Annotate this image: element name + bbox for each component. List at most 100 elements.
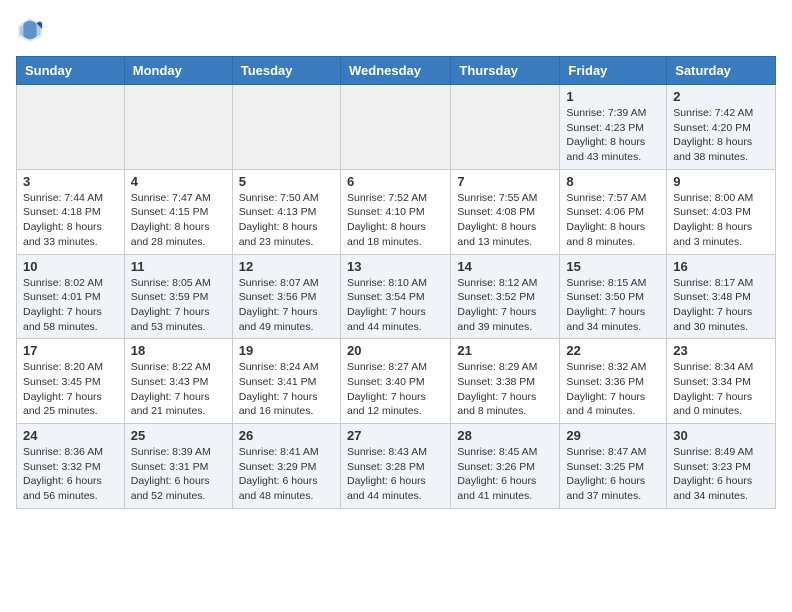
- calendar-day-cell: 9 Sunrise: 8:00 AM Sunset: 4:03 PM Daylig…: [667, 169, 776, 254]
- calendar-day-cell: 26 Sunrise: 8:41 AM Sunset: 3:29 PM Dayli…: [232, 424, 340, 509]
- day-info: Sunrise: 8:24 AM Sunset: 3:41 PM Dayligh…: [239, 360, 334, 419]
- calendar: SundayMondayTuesdayWednesdayThursdayFrid…: [16, 56, 776, 509]
- calendar-week-row: 10 Sunrise: 8:02 AM Sunset: 4:01 PM Dayli…: [17, 254, 776, 339]
- calendar-day-cell: 19 Sunrise: 8:24 AM Sunset: 3:41 PM Dayli…: [232, 339, 340, 424]
- day-info: Sunrise: 8:10 AM Sunset: 3:54 PM Dayligh…: [347, 276, 444, 335]
- day-of-week-header: Monday: [124, 57, 232, 85]
- day-number: 12: [239, 259, 334, 274]
- day-info: Sunrise: 8:49 AM Sunset: 3:23 PM Dayligh…: [673, 445, 769, 504]
- calendar-day-cell: 25 Sunrise: 8:39 AM Sunset: 3:31 PM Dayli…: [124, 424, 232, 509]
- day-info: Sunrise: 8:47 AM Sunset: 3:25 PM Dayligh…: [566, 445, 660, 504]
- calendar-day-cell: 2 Sunrise: 7:42 AM Sunset: 4:20 PM Daylig…: [667, 85, 776, 170]
- day-of-week-header: Tuesday: [232, 57, 340, 85]
- logo-icon: [16, 16, 44, 44]
- day-info: Sunrise: 8:29 AM Sunset: 3:38 PM Dayligh…: [457, 360, 553, 419]
- day-number: 6: [347, 174, 444, 189]
- day-info: Sunrise: 7:55 AM Sunset: 4:08 PM Dayligh…: [457, 191, 553, 250]
- day-info: Sunrise: 8:39 AM Sunset: 3:31 PM Dayligh…: [131, 445, 226, 504]
- calendar-day-cell: 5 Sunrise: 7:50 AM Sunset: 4:13 PM Daylig…: [232, 169, 340, 254]
- day-number: 8: [566, 174, 660, 189]
- day-info: Sunrise: 8:07 AM Sunset: 3:56 PM Dayligh…: [239, 276, 334, 335]
- day-number: 21: [457, 343, 553, 358]
- day-number: 25: [131, 428, 226, 443]
- calendar-week-row: 24 Sunrise: 8:36 AM Sunset: 3:32 PM Dayli…: [17, 424, 776, 509]
- day-number: 26: [239, 428, 334, 443]
- calendar-day-cell: 18 Sunrise: 8:22 AM Sunset: 3:43 PM Dayli…: [124, 339, 232, 424]
- day-number: 27: [347, 428, 444, 443]
- day-number: 5: [239, 174, 334, 189]
- day-info: Sunrise: 7:52 AM Sunset: 4:10 PM Dayligh…: [347, 191, 444, 250]
- day-number: 13: [347, 259, 444, 274]
- calendar-day-cell: 13 Sunrise: 8:10 AM Sunset: 3:54 PM Dayli…: [340, 254, 450, 339]
- day-number: 16: [673, 259, 769, 274]
- calendar-day-cell: 8 Sunrise: 7:57 AM Sunset: 4:06 PM Daylig…: [560, 169, 667, 254]
- day-number: 1: [566, 89, 660, 104]
- day-info: Sunrise: 8:02 AM Sunset: 4:01 PM Dayligh…: [23, 276, 118, 335]
- day-number: 19: [239, 343, 334, 358]
- day-info: Sunrise: 8:34 AM Sunset: 3:34 PM Dayligh…: [673, 360, 769, 419]
- day-info: Sunrise: 8:41 AM Sunset: 3:29 PM Dayligh…: [239, 445, 334, 504]
- calendar-day-cell: [451, 85, 560, 170]
- day-info: Sunrise: 7:39 AM Sunset: 4:23 PM Dayligh…: [566, 106, 660, 165]
- calendar-day-cell: 10 Sunrise: 8:02 AM Sunset: 4:01 PM Dayli…: [17, 254, 125, 339]
- calendar-day-cell: 12 Sunrise: 8:07 AM Sunset: 3:56 PM Dayli…: [232, 254, 340, 339]
- calendar-day-cell: 23 Sunrise: 8:34 AM Sunset: 3:34 PM Dayli…: [667, 339, 776, 424]
- calendar-day-cell: 29Sunrise: 8:47 AM Sunset: 3:25 PM Dayli…: [560, 424, 667, 509]
- day-number: 17: [23, 343, 118, 358]
- day-number: 3: [23, 174, 118, 189]
- day-number: 2: [673, 89, 769, 104]
- calendar-day-cell: 16 Sunrise: 8:17 AM Sunset: 3:48 PM Dayli…: [667, 254, 776, 339]
- calendar-day-cell: 27 Sunrise: 8:43 AM Sunset: 3:28 PM Dayli…: [340, 424, 450, 509]
- calendar-day-cell: 28Sunrise: 8:45 AM Sunset: 3:26 PM Dayli…: [451, 424, 560, 509]
- calendar-day-cell: 14Sunrise: 8:12 AM Sunset: 3:52 PM Dayli…: [451, 254, 560, 339]
- day-info: Sunrise: 7:50 AM Sunset: 4:13 PM Dayligh…: [239, 191, 334, 250]
- day-number: 7: [457, 174, 553, 189]
- day-info: Sunrise: 8:43 AM Sunset: 3:28 PM Dayligh…: [347, 445, 444, 504]
- day-number: 23: [673, 343, 769, 358]
- calendar-day-cell: 6 Sunrise: 7:52 AM Sunset: 4:10 PM Daylig…: [340, 169, 450, 254]
- day-of-week-header: Sunday: [17, 57, 125, 85]
- logo: [16, 16, 48, 44]
- day-number: 4: [131, 174, 226, 189]
- calendar-day-cell: 1 Sunrise: 7:39 AM Sunset: 4:23 PM Daylig…: [560, 85, 667, 170]
- calendar-day-cell: 15Sunrise: 8:15 AM Sunset: 3:50 PM Dayli…: [560, 254, 667, 339]
- day-info: Sunrise: 8:22 AM Sunset: 3:43 PM Dayligh…: [131, 360, 226, 419]
- day-number: 14: [457, 259, 553, 274]
- calendar-header-row: SundayMondayTuesdayWednesdayThursdayFrid…: [17, 57, 776, 85]
- calendar-day-cell: 20 Sunrise: 8:27 AM Sunset: 3:40 PM Dayli…: [340, 339, 450, 424]
- calendar-day-cell: 24 Sunrise: 8:36 AM Sunset: 3:32 PM Dayli…: [17, 424, 125, 509]
- day-info: Sunrise: 7:42 AM Sunset: 4:20 PM Dayligh…: [673, 106, 769, 165]
- day-info: Sunrise: 7:44 AM Sunset: 4:18 PM Dayligh…: [23, 191, 118, 250]
- calendar-day-cell: 11 Sunrise: 8:05 AM Sunset: 3:59 PM Dayli…: [124, 254, 232, 339]
- day-of-week-header: Saturday: [667, 57, 776, 85]
- calendar-day-cell: 21 Sunrise: 8:29 AM Sunset: 3:38 PM Dayli…: [451, 339, 560, 424]
- day-number: 24: [23, 428, 118, 443]
- calendar-day-cell: [340, 85, 450, 170]
- day-of-week-header: Friday: [560, 57, 667, 85]
- calendar-day-cell: 22Sunrise: 8:32 AM Sunset: 3:36 PM Dayli…: [560, 339, 667, 424]
- day-number: 18: [131, 343, 226, 358]
- day-number: 10: [23, 259, 118, 274]
- page-header: [16, 16, 776, 44]
- calendar-day-cell: [232, 85, 340, 170]
- day-info: Sunrise: 8:20 AM Sunset: 3:45 PM Dayligh…: [23, 360, 118, 419]
- day-info: Sunrise: 8:05 AM Sunset: 3:59 PM Dayligh…: [131, 276, 226, 335]
- day-number: 20: [347, 343, 444, 358]
- day-number: 9: [673, 174, 769, 189]
- day-of-week-header: Wednesday: [340, 57, 450, 85]
- day-number: 11: [131, 259, 226, 274]
- day-info: Sunrise: 7:57 AM Sunset: 4:06 PM Dayligh…: [566, 191, 660, 250]
- day-info: Sunrise: 7:47 AM Sunset: 4:15 PM Dayligh…: [131, 191, 226, 250]
- day-info: Sunrise: 8:00 AM Sunset: 4:03 PM Dayligh…: [673, 191, 769, 250]
- calendar-day-cell: [17, 85, 125, 170]
- day-info: Sunrise: 8:27 AM Sunset: 3:40 PM Dayligh…: [347, 360, 444, 419]
- day-info: Sunrise: 8:45 AM Sunset: 3:26 PM Dayligh…: [457, 445, 553, 504]
- day-info: Sunrise: 8:17 AM Sunset: 3:48 PM Dayligh…: [673, 276, 769, 335]
- calendar-week-row: 3 Sunrise: 7:44 AM Sunset: 4:18 PM Daylig…: [17, 169, 776, 254]
- calendar-day-cell: 4 Sunrise: 7:47 AM Sunset: 4:15 PM Daylig…: [124, 169, 232, 254]
- calendar-day-cell: 3 Sunrise: 7:44 AM Sunset: 4:18 PM Daylig…: [17, 169, 125, 254]
- calendar-day-cell: 7 Sunrise: 7:55 AM Sunset: 4:08 PM Daylig…: [451, 169, 560, 254]
- calendar-day-cell: [124, 85, 232, 170]
- day-info: Sunrise: 8:36 AM Sunset: 3:32 PM Dayligh…: [23, 445, 118, 504]
- calendar-day-cell: 30Sunrise: 8:49 AM Sunset: 3:23 PM Dayli…: [667, 424, 776, 509]
